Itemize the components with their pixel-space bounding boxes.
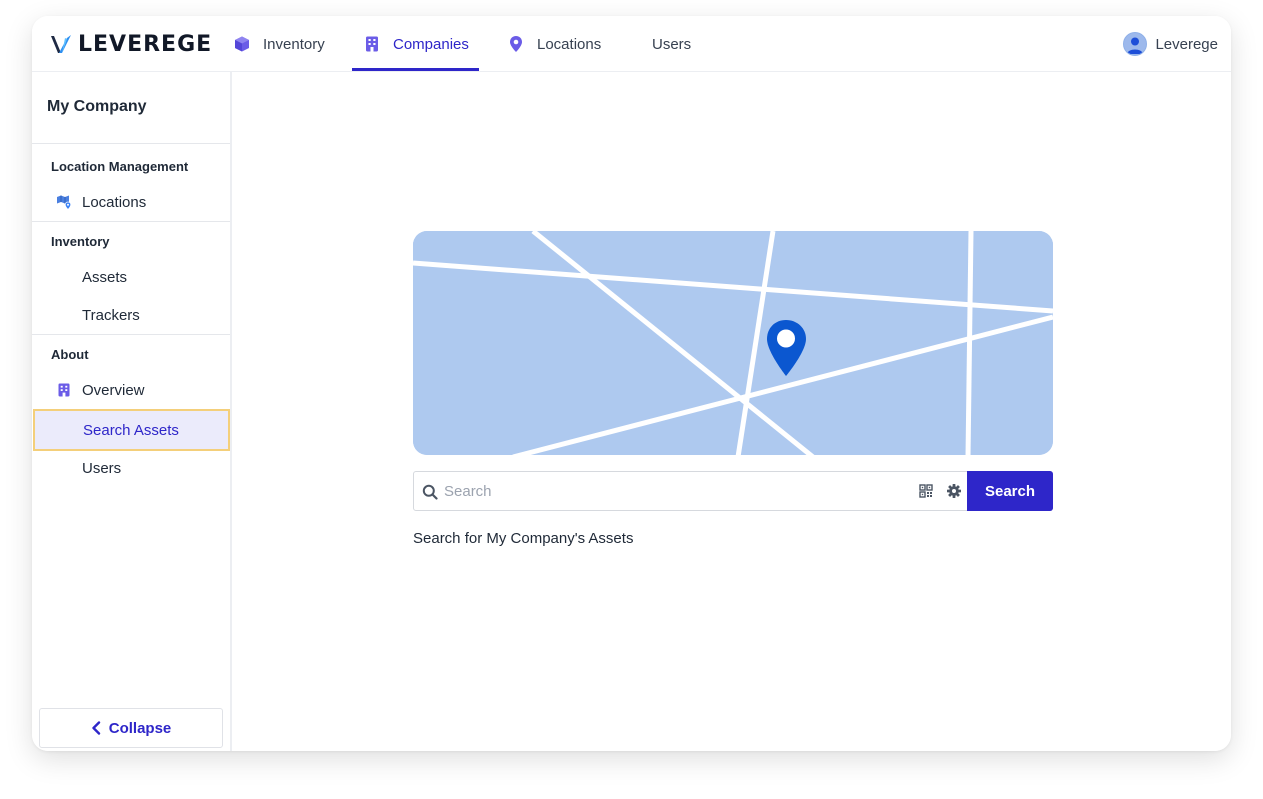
sidebar: My Company Location Management Locations… (32, 72, 232, 751)
brand-logo[interactable]: LEVEREGE (50, 30, 212, 58)
company-title: My Company (47, 98, 147, 115)
sidebar-item-locations-label: Locations (82, 193, 147, 211)
nav-companies[interactable]: Companies (363, 16, 469, 72)
collapse-button[interactable]: Collapse (39, 708, 223, 748)
sidebar-item-assets-label: Assets (82, 268, 128, 286)
leverege-logo-icon (51, 35, 71, 53)
user-name: Leverege (1155, 35, 1218, 53)
sidebar-item-overview[interactable]: Overview (32, 371, 230, 409)
sidebar-item-assets[interactable]: Assets (32, 258, 230, 296)
sidebar-item-users-label: Users (82, 459, 122, 477)
cube-icon (235, 36, 249, 52)
sidebar-item-overview-label: Overview (82, 381, 145, 399)
map-pin-icon (510, 36, 522, 52)
divider (32, 143, 230, 144)
top-navigation-bar: LEVEREGE Inventory Companies Locations U… (32, 16, 1231, 72)
nav-locations-label: Locations (537, 35, 602, 53)
section-heading-location-management: Location Management (51, 159, 189, 174)
section-heading-inventory: Inventory (51, 234, 110, 249)
app-window: LEVEREGE Inventory Companies Locations U… (32, 16, 1231, 751)
search-icon (422, 484, 438, 500)
nav-inventory[interactable]: Inventory (233, 16, 325, 72)
brand-name: LEVEREGE (78, 31, 213, 57)
search-hint-text: Search for My Company's Assets (413, 530, 634, 547)
sidebar-item-trackers[interactable]: Trackers (32, 296, 230, 334)
map-illustration (413, 231, 1053, 455)
divider (32, 334, 230, 335)
section-heading-about: About (51, 347, 89, 362)
search-button[interactable]: Search (967, 471, 1053, 511)
collapse-label: Collapse (108, 719, 172, 737)
map-location-icon (57, 195, 72, 210)
user-menu[interactable]: Leverege (1123, 30, 1218, 58)
building-icon (366, 36, 378, 52)
search-input[interactable] (444, 473, 914, 509)
nav-locations[interactable]: Locations (507, 16, 601, 72)
building-icon (58, 383, 70, 397)
sidebar-item-trackers-label: Trackers (82, 306, 140, 324)
nav-users-label: Users (652, 35, 692, 53)
nav-companies-label: Companies (393, 35, 469, 53)
sidebar-item-search-assets[interactable]: Search Assets (33, 409, 230, 451)
qr-code-icon[interactable] (918, 483, 934, 499)
sidebar-item-locations[interactable]: Locations (32, 183, 230, 221)
main-content: Search Search for My Company's Assets (234, 72, 1231, 751)
sidebar-item-users[interactable]: Users (32, 449, 230, 487)
asset-search-bar: Search (413, 471, 1053, 511)
user-avatar-icon (1123, 32, 1148, 56)
active-tab-indicator (352, 68, 479, 71)
divider (32, 221, 230, 222)
chevron-left-icon (92, 721, 100, 735)
nav-inventory-label: Inventory (263, 35, 325, 53)
gear-icon[interactable] (946, 483, 962, 499)
sidebar-item-search-assets-label: Search Assets (83, 421, 179, 439)
nav-users[interactable]: Users (652, 16, 691, 72)
